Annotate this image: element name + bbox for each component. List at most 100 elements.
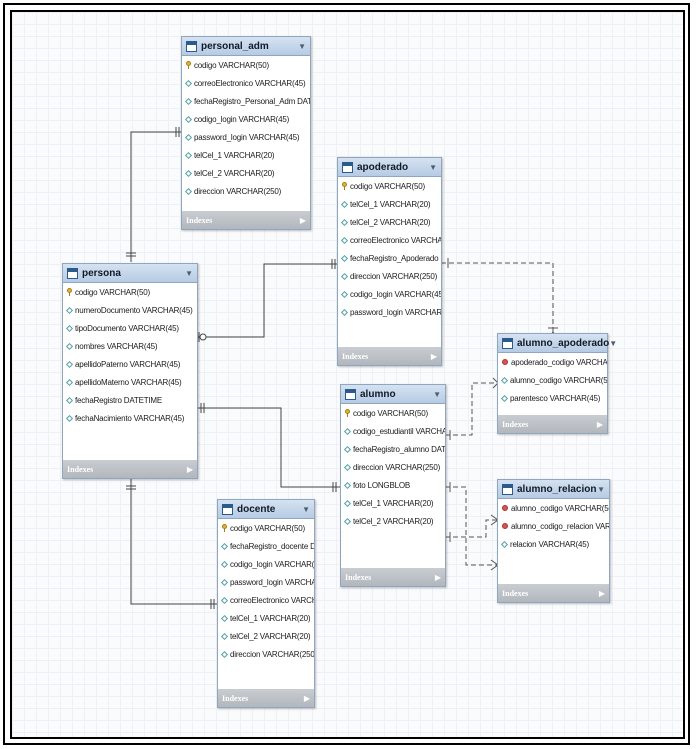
column-icon <box>340 254 349 262</box>
column-row[interactable]: fechaRegistro_docente DATETIME <box>218 537 314 555</box>
column-row[interactable]: numeroDocumento VARCHAR(45) <box>63 301 197 319</box>
personal-adm-header[interactable]: personal_adm ▼ <box>182 37 310 56</box>
column-row[interactable]: direccion VARCHAR(250) <box>182 182 310 200</box>
table-icon <box>345 388 356 400</box>
column-row[interactable]: correoElectronico VARCHAR(45) <box>182 74 310 92</box>
column-label: codigo VARCHAR(50) <box>194 60 269 70</box>
column-row[interactable]: telCel_2 VARCHAR(20) <box>341 512 445 530</box>
chevron-down-icon[interactable]: ▼ <box>302 505 310 514</box>
chevron-down-icon[interactable]: ▼ <box>298 42 306 51</box>
table-alumno-relacion[interactable]: alumno_relacion ▼ alumno_codigo VARCHAR(50… <box>497 479 610 603</box>
column-row[interactable]: fechaRegistro DATETIME <box>63 391 197 409</box>
column-row[interactable]: correoElectronico VARCHAR(100) <box>218 591 314 609</box>
table-alumno-apoderado[interactable]: alumno_apoderado ▼ apoderado_codigo VARCHA… <box>497 333 617 434</box>
column-row[interactable]: foto LONGBLOB <box>341 476 445 494</box>
expand-arrow-icon[interactable]: ▶ <box>599 589 605 598</box>
column-row[interactable]: apellidoMaterno VARCHAR(45) <box>63 373 197 391</box>
column-row[interactable]: codigo VARCHAR(50) <box>338 177 441 195</box>
column-icon <box>343 517 352 525</box>
column-row[interactable]: direccion VARCHAR(250) <box>338 267 441 285</box>
column-row[interactable]: nombres VARCHAR(45) <box>63 337 197 355</box>
column-row[interactable]: password_login VARCHAR(45) <box>338 303 441 321</box>
column-row[interactable]: telCel_1 VARCHAR(20) <box>182 146 310 164</box>
column-row[interactable]: relacion VARCHAR(45) <box>498 535 609 553</box>
rel-persona-personal-adm <box>130 131 183 262</box>
personal-adm-indexes-section[interactable]: Indexes ▶ <box>182 211 310 229</box>
persona-indexes-section[interactable]: Indexes ▶ <box>63 460 197 478</box>
column-row[interactable]: alumno_codigo VARCHAR(50) <box>498 499 609 517</box>
column-row[interactable]: codigo_estudiantil VARCHAR(45) <box>341 422 445 440</box>
column-row[interactable]: parentesco VARCHAR(45) <box>498 389 607 407</box>
table-icon <box>67 267 78 279</box>
expand-arrow-icon[interactable]: ▶ <box>597 420 603 429</box>
column-icon <box>184 97 193 105</box>
column-row[interactable]: codigo VARCHAR(50) <box>218 519 314 537</box>
rel-persona-alumno <box>197 407 341 488</box>
column-icon <box>220 578 229 586</box>
table-title: personal_adm <box>201 40 269 52</box>
column-row[interactable]: apellidoPaterno VARCHAR(45) <box>63 355 197 373</box>
alumno-apoderado-header[interactable]: alumno_apoderado ▼ <box>498 334 617 353</box>
column-row[interactable]: codigo VARCHAR(50) <box>341 404 445 422</box>
column-label: codigo_login VARCHAR(45) <box>194 114 290 124</box>
column-row[interactable]: direccion VARCHAR(250) <box>341 458 445 476</box>
alumno-relacion-header[interactable]: alumno_relacion ▼ <box>498 480 609 499</box>
column-row[interactable]: telCel_1 VARCHAR(20) <box>341 494 445 512</box>
column-icon <box>343 445 352 453</box>
table-persona[interactable]: persona ▼ codigo VARCHAR(50) numeroDocument… <box>62 263 198 479</box>
column-row[interactable]: codigo_login VARCHAR(45) <box>182 110 310 128</box>
expand-arrow-icon[interactable]: ▶ <box>435 573 441 582</box>
expand-arrow-icon[interactable]: ▶ <box>300 216 306 225</box>
column-row[interactable]: telCel_1 VARCHAR(20) <box>338 195 441 213</box>
column-row[interactable]: codigo VARCHAR(50) <box>63 283 197 301</box>
column-label: tipoDocumento VARCHAR(45) <box>75 323 179 333</box>
primary-key-icon <box>67 288 72 296</box>
column-row[interactable]: password_login VARCHAR(45) <box>182 128 310 146</box>
column-row[interactable]: alumno_codigo_relacion VARCHAR(50) <box>498 517 609 535</box>
column-row[interactable]: telCel_2 VARCHAR(20) <box>218 627 314 645</box>
column-row[interactable]: password_login VARCHAR(45) <box>218 573 314 591</box>
column-row[interactable]: telCel_2 VARCHAR(20) <box>182 164 310 182</box>
column-label: apoderado_codigo VARCHAR(50) <box>511 357 607 367</box>
column-row[interactable]: codigo VARCHAR(50) <box>182 56 310 74</box>
expand-arrow-icon[interactable]: ▶ <box>187 465 193 474</box>
chevron-down-icon[interactable]: ▼ <box>597 485 605 494</box>
column-row[interactable]: fechaRegistro_Apoderado DATETIME <box>338 249 441 267</box>
column-icon <box>340 236 349 244</box>
alumno-relacion-indexes-section[interactable]: Indexes ▶ <box>498 584 609 602</box>
persona-header[interactable]: persona ▼ <box>63 264 197 283</box>
expand-arrow-icon[interactable]: ▶ <box>304 694 310 703</box>
column-row[interactable]: tipoDocumento VARCHAR(45) <box>63 319 197 337</box>
apoderado-indexes-section[interactable]: Indexes ▶ <box>338 347 441 365</box>
column-label: nombres VARCHAR(45) <box>75 341 158 351</box>
column-row[interactable]: telCel_2 VARCHAR(20) <box>338 213 441 231</box>
chevron-down-icon[interactable]: ▼ <box>609 339 617 348</box>
expand-arrow-icon[interactable]: ▶ <box>431 352 437 361</box>
chevron-down-icon[interactable]: ▼ <box>185 269 193 278</box>
docente-header[interactable]: docente ▼ <box>218 500 314 519</box>
column-row[interactable]: direccion VARCHAR(250) <box>218 645 314 663</box>
chevron-down-icon[interactable]: ▼ <box>433 390 441 399</box>
table-apoderado[interactable]: apoderado ▼ codigo VARCHAR(50) telCel_1 VAR… <box>337 157 442 366</box>
column-label: telCel_2 VARCHAR(20) <box>350 217 431 227</box>
column-row[interactable]: correoElectronico VARCHAR(45) <box>338 231 441 249</box>
column-row[interactable]: fechaNacimiento VARCHAR(45) <box>63 409 197 427</box>
alumno-apoderado-indexes-section[interactable]: Indexes ▶ <box>498 415 607 433</box>
column-row[interactable]: telCel_1 VARCHAR(20) <box>218 609 314 627</box>
chevron-down-icon[interactable]: ▼ <box>429 163 437 172</box>
apoderado-header[interactable]: apoderado ▼ <box>338 158 441 177</box>
column-row[interactable]: codigo_login VARCHAR(45) <box>218 555 314 573</box>
indexes-label: Indexes <box>222 693 249 703</box>
column-label: direccion VARCHAR(250) <box>350 271 438 281</box>
column-row[interactable]: alumno_codigo VARCHAR(50) <box>498 371 607 389</box>
table-alumno[interactable]: alumno ▼ codigo VARCHAR(50) codigo_estudian… <box>340 384 446 587</box>
alumno-indexes-section[interactable]: Indexes ▶ <box>341 568 445 586</box>
column-row[interactable]: fechaRegistro_alumno DATETIME <box>341 440 445 458</box>
alumno-header[interactable]: alumno ▼ <box>341 385 445 404</box>
column-row[interactable]: fechaRegistro_Personal_Adm DATETIME <box>182 92 310 110</box>
docente-indexes-section[interactable]: Indexes ▶ <box>218 689 314 707</box>
table-personal-adm[interactable]: personal_adm ▼ codigo VARCHAR(50) correoEle… <box>181 36 311 230</box>
table-docente[interactable]: docente ▼ codigo VARCHAR(50) fechaRegistro_… <box>217 499 315 708</box>
column-row[interactable]: apoderado_codigo VARCHAR(50) <box>498 353 607 371</box>
column-row[interactable]: codigo_login VARCHAR(45) <box>338 285 441 303</box>
